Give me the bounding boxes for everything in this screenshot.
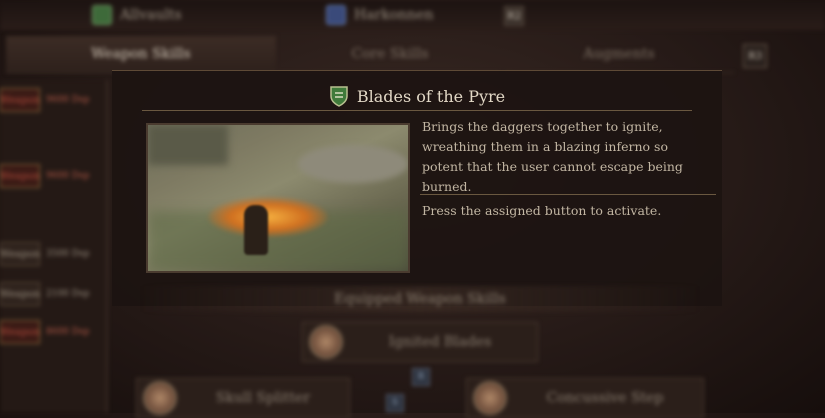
party-member-2-name: Harkonnen	[354, 7, 434, 23]
skill-slot-icon	[143, 381, 177, 415]
skill-slot-icon	[473, 381, 507, 415]
button-prompt-icon[interactable]: R	[412, 368, 430, 386]
skill-title-row: Blades of the Pyre	[112, 81, 722, 111]
party-member-1-name: Allvaults	[120, 7, 182, 23]
list-item-cost: 9600 Dsp	[46, 171, 90, 181]
list-item-label: Weapon	[0, 88, 40, 112]
tab-augments[interactable]: Augments	[504, 36, 734, 73]
equipped-slot-label: Skull Splitter	[215, 390, 311, 406]
skill-slot-icon	[309, 325, 343, 359]
list-item-cost: 2100 Dsp	[46, 289, 90, 299]
equipped-slot-label: Concussive Step	[546, 390, 664, 406]
skill-info-panel: Blades of the Pyre Brings the daggers to…	[112, 70, 722, 306]
list-item-cost: 3500 Dsp	[46, 249, 90, 259]
equipped-header: Equipped Weapon Skills	[140, 286, 700, 312]
divider	[420, 194, 716, 195]
equipped-slot-1[interactable]: Ignited Blades	[302, 322, 538, 362]
vocation-icon	[92, 5, 112, 25]
list-item-label: Weapon	[0, 320, 40, 344]
list-item[interactable]: Weapon 9600 Dsp	[0, 86, 100, 114]
equipped-slot-label: Ignited Blades	[388, 334, 492, 350]
tab-weapon-skills[interactable]: Weapon Skills	[6, 36, 276, 73]
shoulder-button-badge[interactable]: R2	[504, 6, 524, 26]
list-item[interactable]: Weapon 3500 Dsp	[0, 240, 100, 268]
character-icon	[326, 5, 346, 25]
skill-description: Brings the daggers together to ignite, w…	[422, 119, 683, 194]
list-item[interactable]: Weapon 9600 Dsp	[0, 162, 100, 190]
shield-emblem-icon	[330, 86, 348, 107]
tab-core-skills[interactable]: Core Skills	[280, 36, 500, 73]
list-item[interactable]: Weapon 8600 Dsp	[0, 318, 100, 346]
list-item-label: Weapon	[0, 164, 40, 188]
button-prompt-icon[interactable]: S	[386, 394, 404, 412]
skill-hint: Press the assigned button to activate.	[422, 203, 662, 218]
equipped-slot-2[interactable]: Skull Splitter	[136, 378, 350, 418]
list-item-cost: 9600 Dsp	[46, 95, 90, 105]
party-member-2[interactable]: Harkonnen	[326, 4, 434, 26]
tab-switch-badge[interactable]: R3	[743, 44, 767, 68]
skill-list: Weapon 9600 Dsp Weapon 9600 Dsp Weapon 3…	[0, 80, 108, 413]
list-item-label: Weapon	[0, 282, 40, 306]
list-item[interactable]: Weapon 2100 Dsp	[0, 280, 100, 308]
top-bar: Allvaults Harkonnen R2	[0, 0, 825, 30]
skill-title: Blades of the Pyre	[356, 86, 506, 106]
list-item-label: Weapon	[0, 242, 40, 266]
list-item-cost: 8600 Dsp	[46, 327, 90, 337]
party-member-1[interactable]: Allvaults	[92, 4, 182, 26]
equipped-slot-3[interactable]: Concussive Step	[466, 378, 704, 418]
skill-preview-image	[146, 123, 410, 273]
